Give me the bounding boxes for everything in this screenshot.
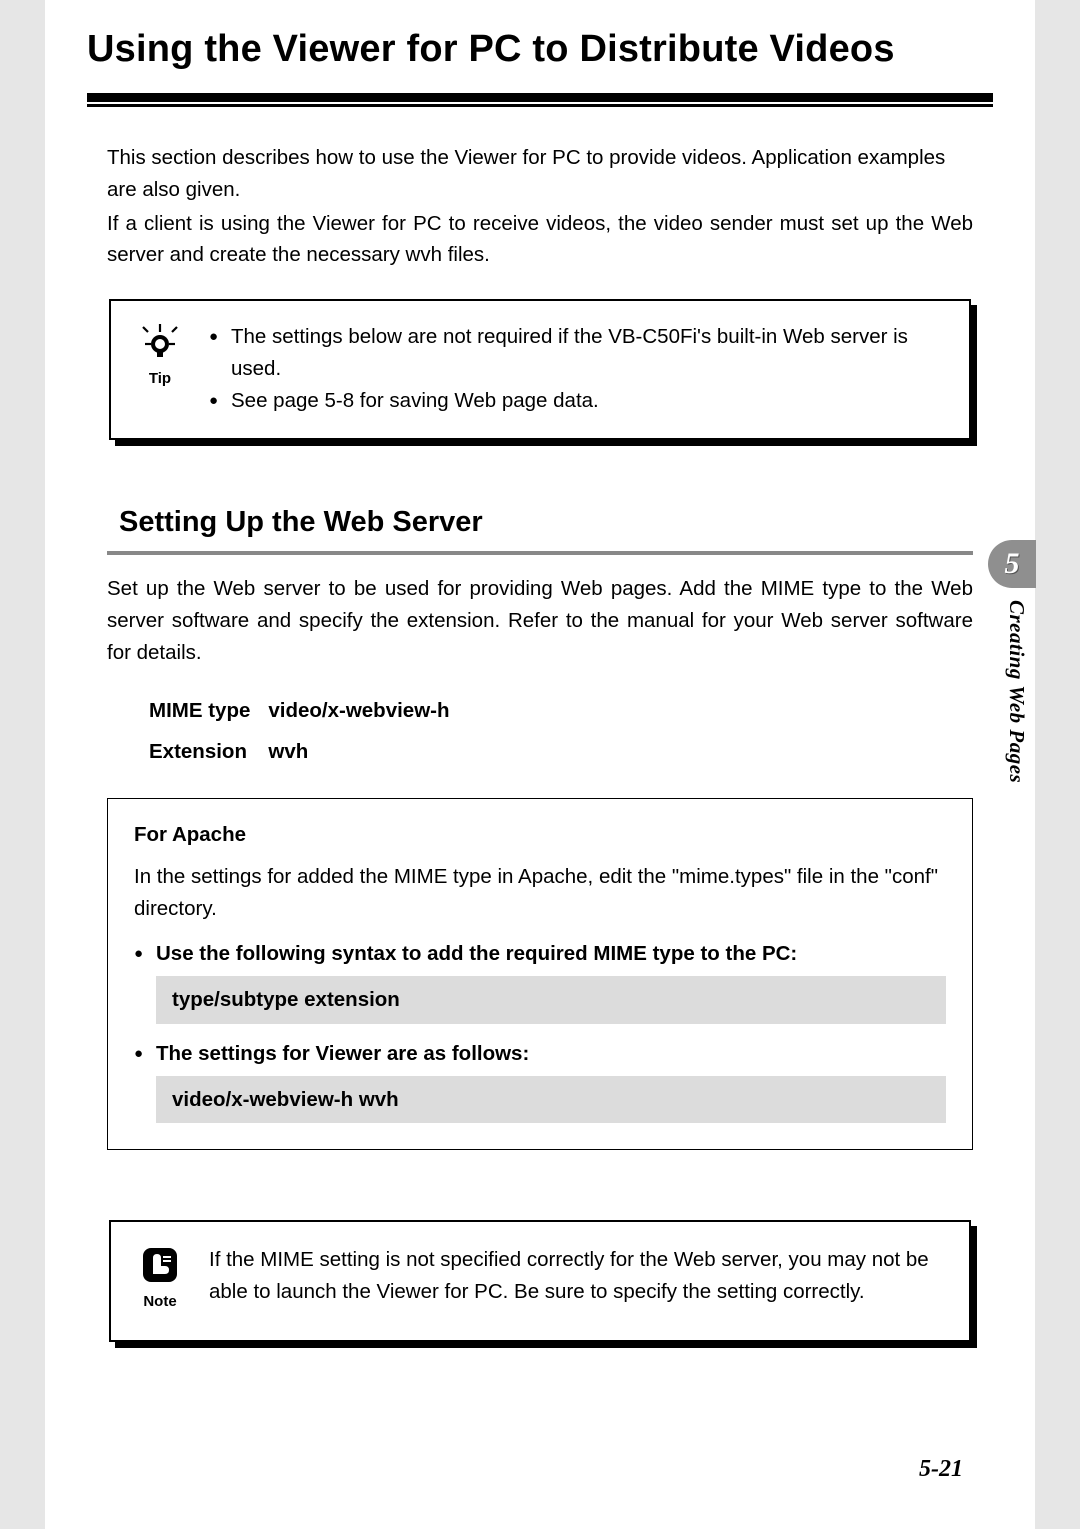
apache-code-2: video/x-webview-h wvh <box>156 1076 946 1124</box>
section-rule <box>107 551 973 555</box>
note-body: If the MIME setting is not specified cor… <box>209 1244 947 1308</box>
tip-callout: Tip The settings below are not required … <box>109 299 971 440</box>
apache-bullet-1: Use the following syntax to add the requ… <box>134 938 946 970</box>
section-body: Set up the Web server to be used for pro… <box>107 573 973 668</box>
tip-label: Tip <box>149 367 171 390</box>
title-rule <box>87 93 993 102</box>
content-area: This section describes how to use the Vi… <box>45 102 1035 1342</box>
chapter-number: 5 <box>1005 547 1020 581</box>
mime-type-label: MIME type <box>149 691 266 731</box>
tip-bullet-1: The settings below are not required if t… <box>209 321 947 385</box>
extension-value: wvh <box>268 732 465 772</box>
hand-note-icon <box>139 1244 181 1286</box>
mime-type-value: video/x-webview-h <box>268 691 465 731</box>
mime-table: MIME type video/x-webview-h Extension wv… <box>147 689 468 775</box>
lightbulb-icon <box>139 321 181 363</box>
intro-paragraph-1: This section describes how to use the Vi… <box>107 142 973 206</box>
page-number: 5-21 <box>919 1456 963 1483</box>
tip-icon-block: Tip <box>133 321 187 390</box>
note-callout: Note If the MIME setting is not specifie… <box>109 1220 971 1341</box>
apache-bullet-2: The settings for Viewer are as follows: <box>134 1038 946 1070</box>
tip-bullet-2: See page 5-8 for saving Web page data. <box>209 385 947 417</box>
page-title: Using the Viewer for PC to Distribute Vi… <box>87 28 993 71</box>
chapter-title-vertical: Creating Web Pages <box>1004 600 1029 783</box>
note-label: Note <box>143 1290 176 1313</box>
table-row: Extension wvh <box>149 732 466 772</box>
apache-body: In the settings for added the MIME type … <box>134 861 946 925</box>
section-heading: Setting Up the Web Server <box>107 500 973 551</box>
apache-code-1: type/subtype extension <box>156 976 946 1024</box>
tip-body: The settings below are not required if t… <box>209 321 947 416</box>
apache-box: For Apache In the settings for added the… <box>107 798 973 1150</box>
intro-paragraph-2: If a client is using the Viewer for PC t… <box>107 208 973 272</box>
apache-title: For Apache <box>134 819 946 851</box>
extension-label: Extension <box>149 732 266 772</box>
chapter-tab: 5 <box>988 540 1036 588</box>
table-row: MIME type video/x-webview-h <box>149 691 466 731</box>
note-icon-block: Note <box>133 1244 187 1313</box>
title-block: Using the Viewer for PC to Distribute Vi… <box>45 0 1035 81</box>
page: Using the Viewer for PC to Distribute Vi… <box>45 0 1035 1529</box>
